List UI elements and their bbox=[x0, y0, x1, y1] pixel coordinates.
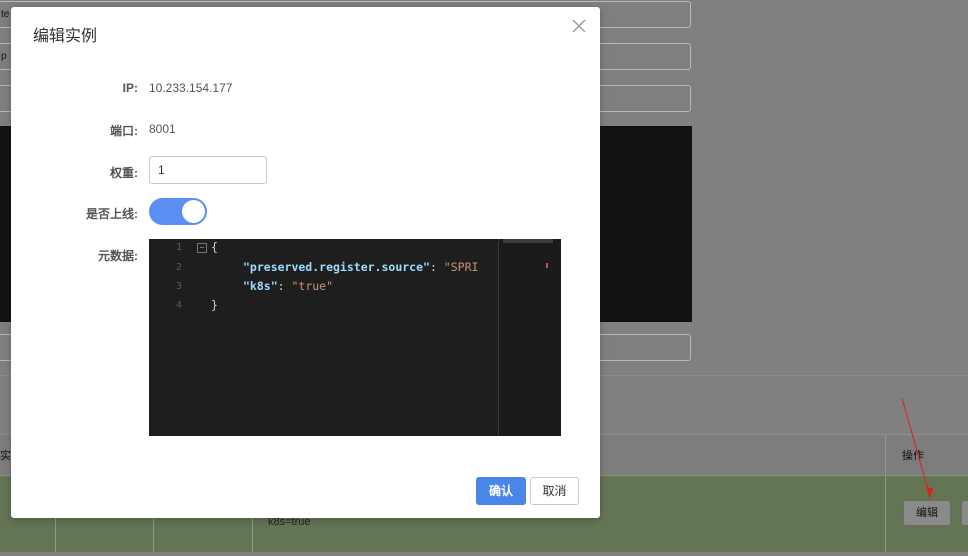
editor-minimap[interactable] bbox=[499, 239, 561, 436]
ip-value: 10.233.154.177 bbox=[149, 81, 233, 95]
confirm-button[interactable]: 确认 bbox=[476, 477, 526, 505]
json-key: "preserved.register.source" bbox=[243, 260, 430, 274]
json-key: "k8s" bbox=[243, 279, 278, 293]
weight-label: 权重: bbox=[110, 166, 138, 180]
dialog-title: 编辑实例 bbox=[33, 28, 98, 45]
port-value: 8001 bbox=[149, 122, 176, 136]
metadata-label: 元数据: bbox=[98, 249, 138, 263]
code-brace: } bbox=[211, 298, 218, 312]
json-separator: : bbox=[277, 279, 292, 293]
ip-label: IP: bbox=[122, 81, 138, 95]
json-separator: : bbox=[429, 260, 444, 274]
line-number: 3 bbox=[176, 281, 183, 292]
minimap-slider[interactable] bbox=[503, 239, 553, 243]
line-number: 4 bbox=[176, 300, 183, 311]
cancel-button[interactable]: 取消 bbox=[530, 477, 579, 505]
online-toggle[interactable] bbox=[149, 198, 207, 225]
code-line: "k8s": "true" bbox=[243, 279, 333, 293]
code-line: "preserved.register.source": "SPRI bbox=[243, 260, 478, 274]
port-label: 端口: bbox=[110, 124, 138, 138]
editor-gutter: 1 2 3 4 bbox=[149, 239, 193, 436]
online-label: 是否上线: bbox=[86, 207, 138, 221]
edit-instance-dialog: 编辑实例 IP: 10.233.154.177 端口: 8001 权重: 是否上… bbox=[11, 7, 600, 518]
json-value: "SPRI bbox=[443, 260, 479, 274]
fold-toggle-icon[interactable]: − bbox=[197, 243, 207, 253]
json-value: "true" bbox=[291, 279, 334, 293]
line-number: 2 bbox=[176, 262, 183, 273]
line-number: 1 bbox=[176, 242, 183, 253]
code-line: } bbox=[211, 298, 218, 312]
weight-input[interactable] bbox=[149, 156, 267, 184]
code-line: { bbox=[211, 240, 218, 254]
code-brace: { bbox=[211, 240, 218, 254]
metadata-code-editor[interactable]: 1 2 3 4 − { "preserved.register.source":… bbox=[149, 239, 561, 436]
close-icon[interactable] bbox=[568, 15, 590, 37]
toggle-knob bbox=[182, 200, 205, 223]
minimap-marker bbox=[546, 263, 548, 268]
